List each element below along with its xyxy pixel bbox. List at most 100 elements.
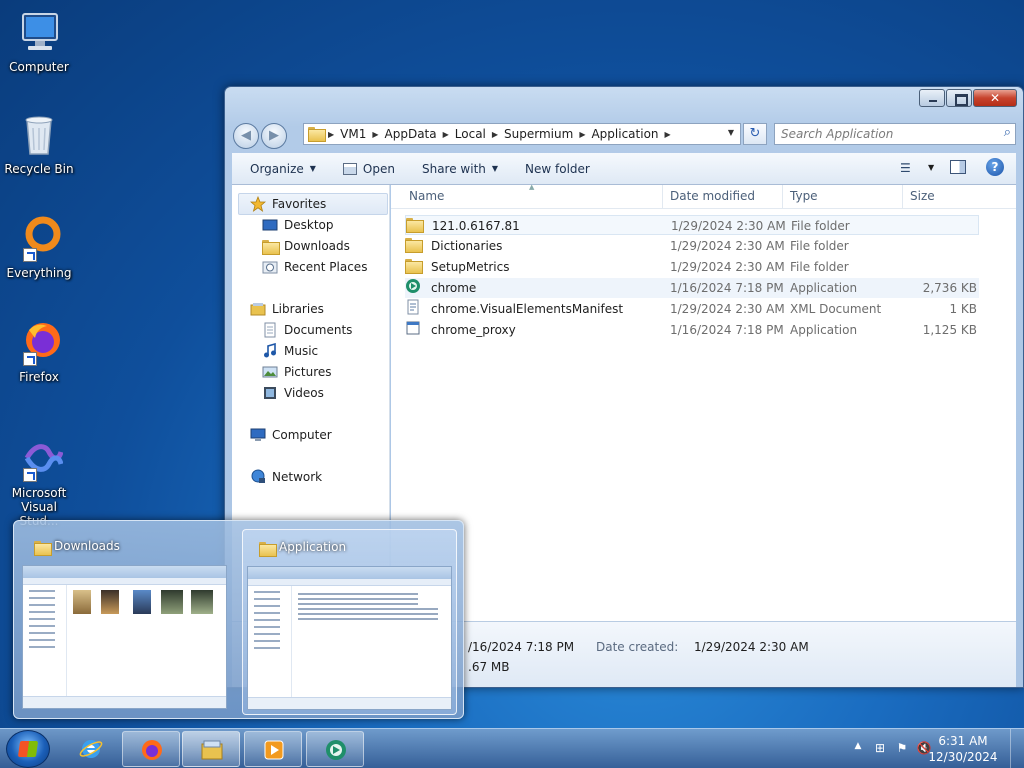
action-center-flag-icon[interactable]: ⚑ <box>894 741 910 757</box>
open-button[interactable]: Open <box>334 157 404 181</box>
internet-explorer-icon <box>79 740 103 758</box>
show-desktop-button[interactable] <box>1010 729 1024 768</box>
nav-downloads[interactable]: Downloads <box>262 236 350 256</box>
open-app-icon <box>342 162 357 175</box>
folder-icon <box>259 540 277 557</box>
back-button[interactable]: ◀ <box>233 123 259 149</box>
back-arrow-icon: ◀ <box>241 128 251 143</box>
address-bar[interactable]: ▶ VM1 ▶ AppData ▶ Local ▶ Supermium ▶ Ap… <box>303 123 741 145</box>
show-hidden-icons-icon[interactable]: ▲ <box>850 741 866 757</box>
minimize-button[interactable] <box>919 89 945 107</box>
details-created-label: Date created: <box>596 640 679 654</box>
address-dropdown-icon[interactable]: ▼ <box>728 128 734 137</box>
nav-downloads-label: Downloads <box>284 239 350 253</box>
music-icon <box>262 342 278 359</box>
file-row[interactable]: SetupMetrics 1/29/2024 2:30 AM File fold… <box>405 257 979 277</box>
breadcrumb-separator-icon[interactable]: ▶ <box>492 130 498 139</box>
help-icon: ? <box>986 158 1004 176</box>
breadcrumb-separator-icon[interactable]: ▶ <box>579 130 585 139</box>
nav-favorites[interactable]: Favorites <box>249 194 326 214</box>
nav-desktop[interactable]: Desktop <box>262 215 334 235</box>
file-row[interactable]: 121.0.6167.81 1/29/2024 2:30 AM File fol… <box>405 215 979 235</box>
computer-icon <box>15 8 63 56</box>
media-player-icon <box>264 740 284 760</box>
start-button[interactable] <box>6 730 50 768</box>
breadcrumb-separator-icon[interactable]: ▶ <box>328 130 334 139</box>
computer-icon <box>250 427 266 443</box>
details-created-value: 1/29/2024 2:30 AM <box>694 640 809 654</box>
column-size[interactable]: Size <box>910 189 935 203</box>
file-row[interactable]: chrome 1/16/2024 7:18 PM Application 2,7… <box>405 278 979 298</box>
nav-music[interactable]: Music <box>262 341 318 361</box>
preview-pane-icon <box>950 160 966 174</box>
taskbar-supermium[interactable] <box>306 731 364 767</box>
taskbar-firefox[interactable] <box>122 731 180 767</box>
nav-libraries[interactable]: Libraries <box>250 299 324 319</box>
thumbnail-application[interactable]: Application <box>242 529 457 715</box>
breadcrumb-application[interactable]: Application <box>591 127 658 141</box>
file-date: 1/16/2024 7:18 PM <box>670 281 784 295</box>
file-date: 1/29/2024 2:30 AM <box>670 239 785 253</box>
preview-pane-button[interactable] <box>948 158 970 178</box>
network-tray-icon[interactable]: ⊞ <box>872 741 888 757</box>
thumbnail-downloads[interactable]: Downloads <box>18 529 233 715</box>
folder-icon <box>308 127 326 142</box>
taskbar-media-player[interactable] <box>244 731 302 767</box>
search-box[interactable]: ⌕ <box>774 123 1016 145</box>
nav-documents[interactable]: Documents <box>262 320 352 340</box>
thumbnail-title: Downloads <box>54 539 120 553</box>
nav-videos-label: Videos <box>284 386 324 400</box>
desktop-icon-everything[interactable]: Everything <box>4 214 74 280</box>
desktop-icon-recycle-bin[interactable]: Recycle Bin <box>4 110 74 176</box>
everything-search-icon <box>15 214 63 262</box>
details-view-icon: ☰ <box>900 161 911 175</box>
search-icon[interactable]: ⌕ <box>1004 125 1011 140</box>
desktop-icon-visual-studio[interactable]: Microsoft Visual Stud... <box>4 434 74 528</box>
taskbar-windows-explorer[interactable] <box>182 731 240 767</box>
desktop-icon-computer[interactable]: Computer <box>4 8 74 74</box>
forward-button[interactable]: ▶ <box>261 123 287 149</box>
nav-videos[interactable]: Videos <box>262 383 324 403</box>
share-with-button[interactable]: Share with ▼ <box>413 157 507 181</box>
refresh-button[interactable]: ↻ <box>743 123 767 145</box>
file-row[interactable]: chrome.VisualElementsManifest 1/29/2024 … <box>405 299 979 319</box>
breadcrumb-local[interactable]: Local <box>455 127 486 141</box>
thumbnail-preview <box>247 566 452 710</box>
windows-explorer-icon <box>201 740 223 760</box>
nav-pictures[interactable]: Pictures <box>262 362 332 382</box>
maximize-button[interactable] <box>946 89 972 107</box>
desktop-icon-firefox[interactable]: Firefox <box>4 318 74 384</box>
forward-arrow-icon: ▶ <box>269 128 279 143</box>
help-button[interactable]: ? <box>986 158 1008 178</box>
breadcrumb-appdata[interactable]: AppData <box>385 127 437 141</box>
file-row[interactable]: chrome_proxy 1/16/2024 7:18 PM Applicati… <box>405 320 979 340</box>
file-row[interactable]: Dictionaries 1/29/2024 2:30 AM File fold… <box>405 236 979 256</box>
file-name: SetupMetrics <box>431 260 510 274</box>
breadcrumb-separator-icon[interactable]: ▶ <box>443 130 449 139</box>
videos-icon <box>262 385 278 401</box>
documents-icon <box>262 322 278 338</box>
search-input[interactable] <box>775 124 985 144</box>
desktop-icon <box>262 217 278 233</box>
nav-documents-label: Documents <box>284 323 353 337</box>
file-name: 121.0.6167.81 <box>432 219 520 233</box>
new-folder-button[interactable]: New folder <box>516 157 599 181</box>
close-button[interactable] <box>973 89 1017 107</box>
taskbar-internet-explorer[interactable] <box>62 731 120 767</box>
column-name[interactable]: Name <box>409 189 444 203</box>
view-options-button[interactable]: ☰ ▼ <box>900 158 934 178</box>
clock[interactable]: 6:31 AM 12/30/2024 <box>928 733 998 765</box>
nav-network[interactable]: Network <box>250 467 322 487</box>
column-date-modified[interactable]: Date modified <box>670 189 755 203</box>
supermium-icon <box>326 740 346 760</box>
column-type[interactable]: Type <box>790 189 818 203</box>
nav-computer[interactable]: Computer <box>250 425 332 445</box>
nav-recent-places[interactable]: Recent Places <box>262 257 367 277</box>
breadcrumb-supermium[interactable]: Supermium <box>504 127 573 141</box>
organize-button[interactable]: Organize ▼ <box>241 157 325 181</box>
breadcrumb-separator-icon[interactable]: ▶ <box>665 130 671 139</box>
folder-icon <box>34 539 52 556</box>
file-size: 1 KB <box>949 302 977 316</box>
breadcrumb-vm1[interactable]: VM1 <box>340 127 366 141</box>
breadcrumb-separator-icon[interactable]: ▶ <box>372 130 378 139</box>
